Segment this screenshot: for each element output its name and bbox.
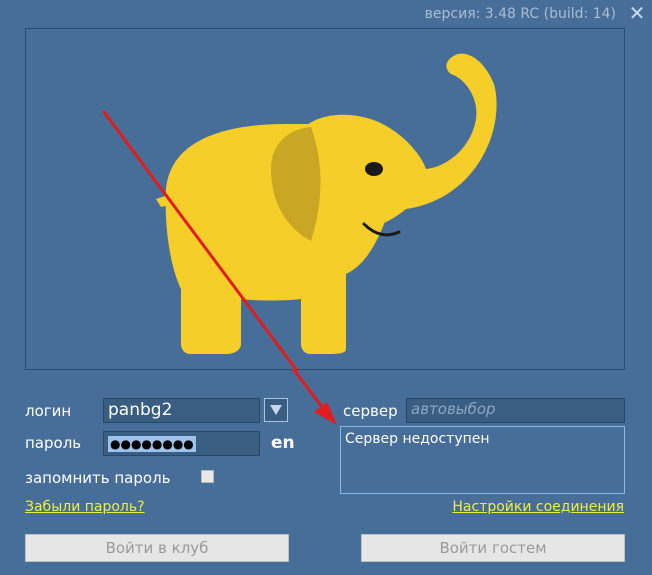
enter-club-button[interactable]: Войти в клуб xyxy=(25,534,289,562)
server-input[interactable]: автовыбор xyxy=(406,398,625,423)
login-label: логин xyxy=(25,402,72,420)
login-dropdown-button[interactable] xyxy=(264,398,288,422)
logo-panel xyxy=(25,28,625,371)
forgot-password-link[interactable]: Забыли пароль? xyxy=(25,499,145,515)
password-mask: ●●●●●●●● xyxy=(108,436,196,452)
server-status-text: Сервер недоступен xyxy=(345,431,490,447)
password-label: пароль xyxy=(25,434,82,452)
connection-settings-link[interactable]: Настройки соединения xyxy=(452,499,624,515)
enter-guest-button[interactable]: Войти гостем xyxy=(361,534,625,562)
close-button[interactable]: ✕ xyxy=(626,1,648,25)
version-label: версия: 3.48 RC (build: 14) xyxy=(424,6,616,22)
password-input[interactable]: ●●●●●●●● xyxy=(103,431,260,456)
close-icon[interactable]: ✕ xyxy=(629,1,646,25)
language-indicator: en xyxy=(271,433,295,453)
server-label: сервер xyxy=(343,402,398,420)
elephant-logo-icon xyxy=(102,53,497,371)
chevron-down-icon[interactable] xyxy=(269,404,283,416)
remember-checkbox[interactable] xyxy=(201,470,214,483)
login-input[interactable]: panbg2 xyxy=(103,398,260,423)
remember-label: запомнить пароль xyxy=(25,469,171,487)
server-status-box: Сервер недоступен xyxy=(340,426,625,494)
